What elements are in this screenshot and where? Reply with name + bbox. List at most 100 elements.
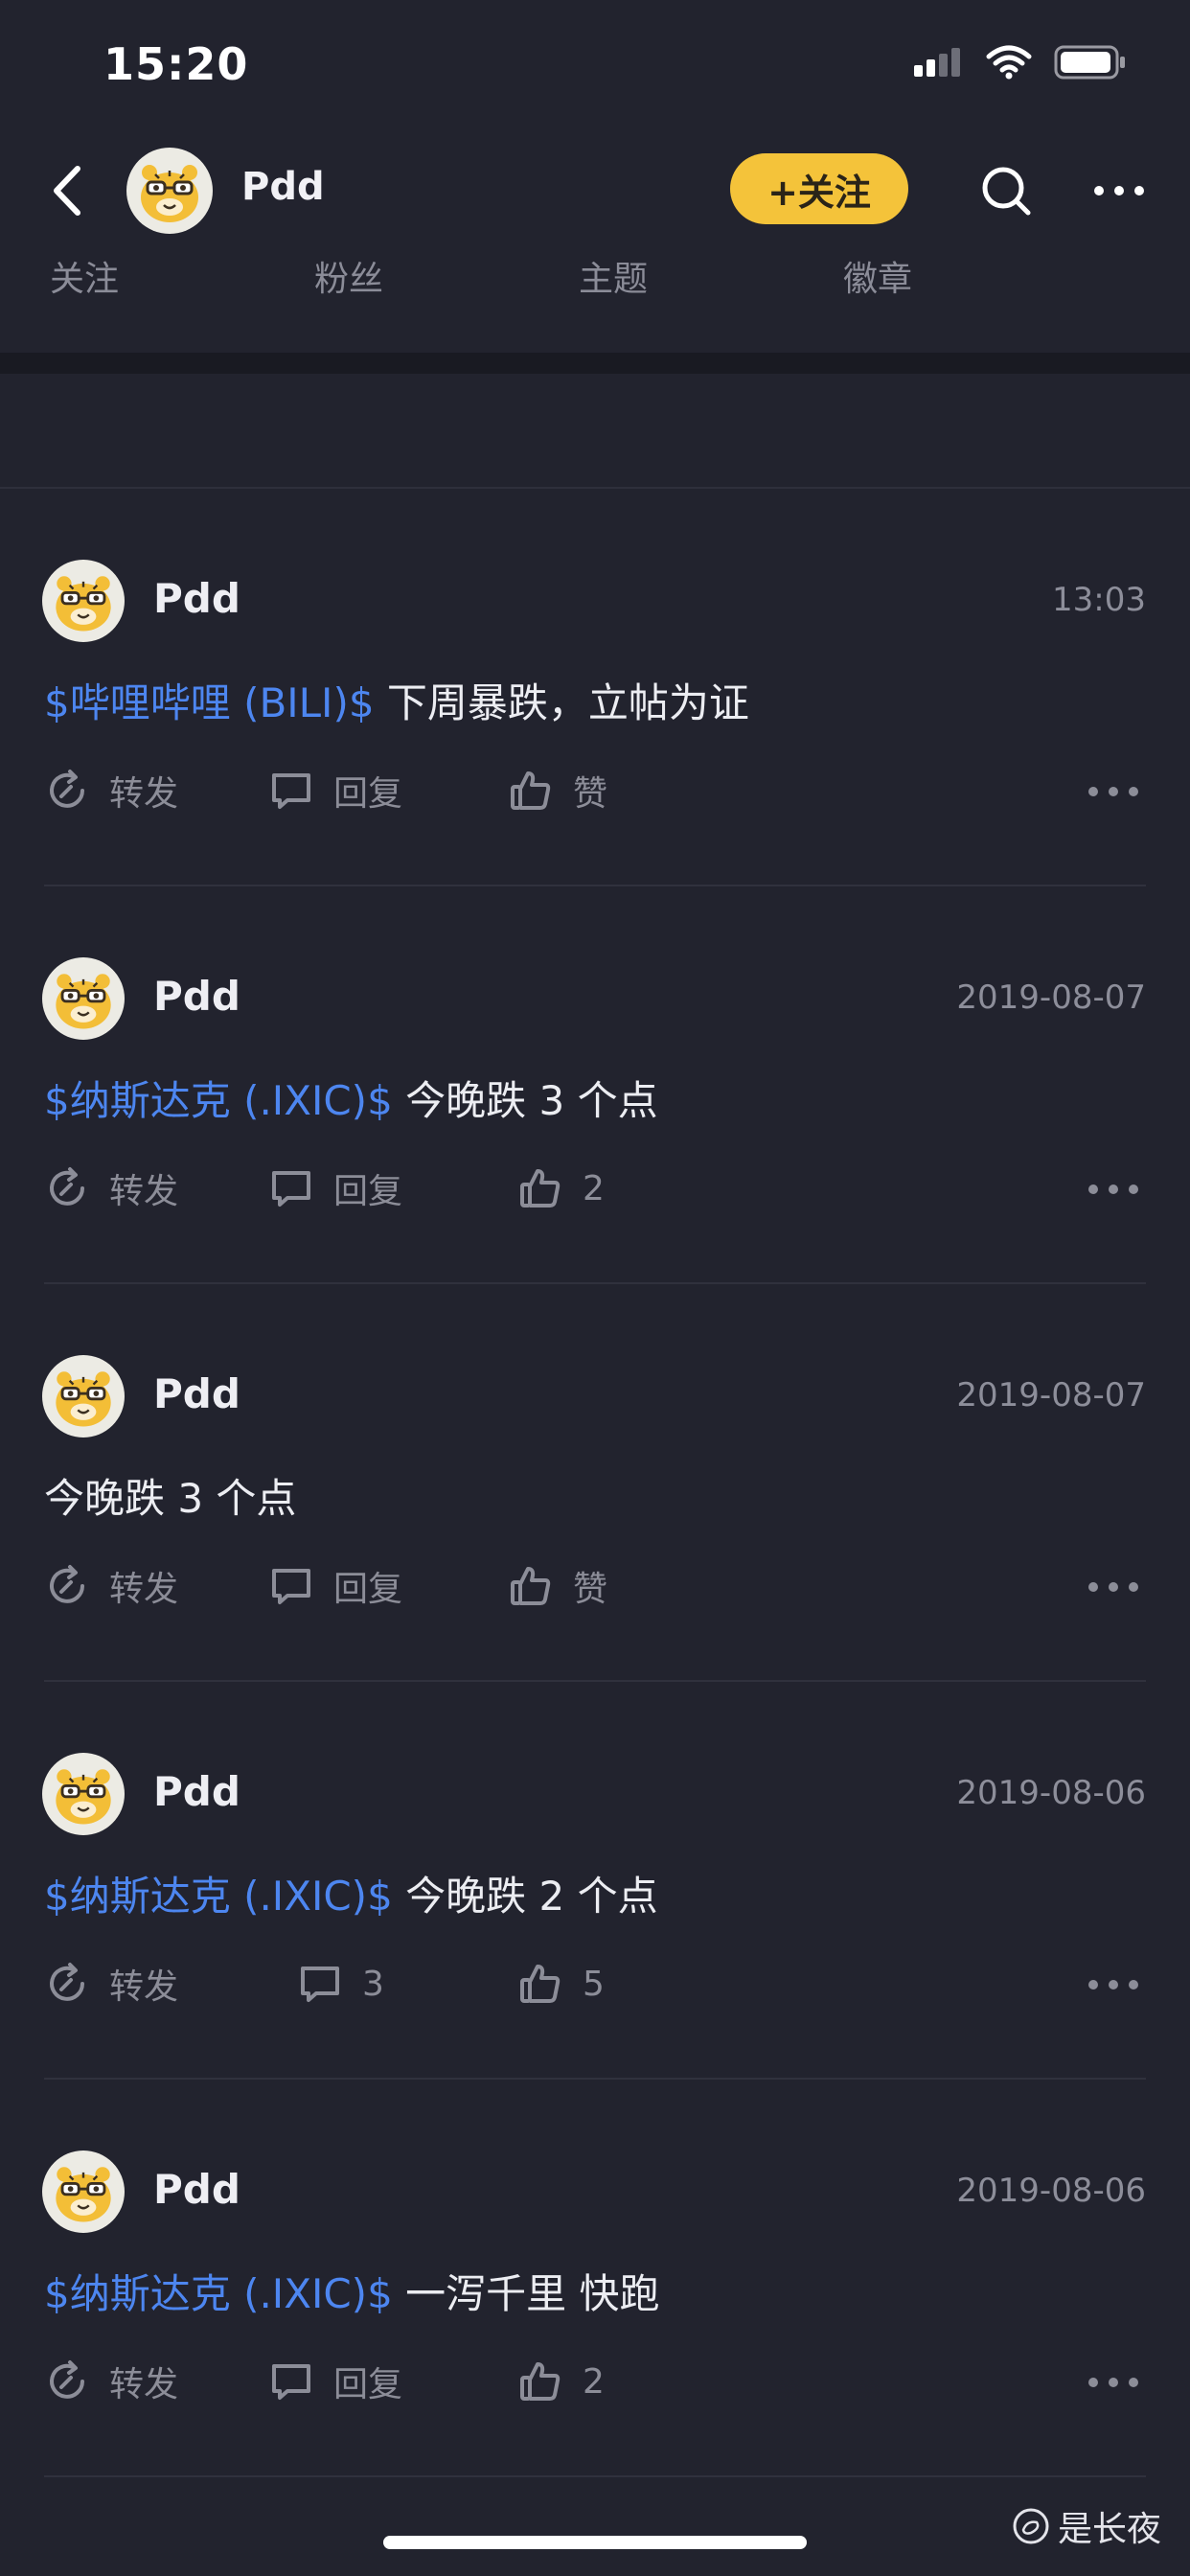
stock-tag-link[interactable]: $纳斯达克 (.IXIC)$: [44, 1077, 393, 1124]
follow-button[interactable]: +关注: [730, 153, 908, 224]
post-item[interactable]: Pdd 2019-08-06 $纳斯达克 (.IXIC)$ 一泻千里 快跑 转发…: [0, 2080, 1190, 2477]
search-button[interactable]: [973, 157, 1040, 224]
profile-header: Pdd +关注: [0, 144, 1190, 240]
post-actions: 转发 回复 2: [0, 2350, 1190, 2413]
tiger-avatar[interactable]: [42, 957, 125, 1040]
comment-icon: [272, 1569, 310, 1604]
reply-button[interactable]: 回复: [268, 759, 402, 822]
like-button[interactable]: 5: [517, 1952, 605, 2015]
more-options-button[interactable]: [1087, 157, 1151, 224]
reply-button[interactable]: 回复: [268, 2350, 402, 2413]
post-text: 今晚跌 2 个点: [392, 1873, 658, 1920]
post-actions: 转发 回复 赞: [0, 1554, 1190, 1618]
repost-label: 转发: [109, 1967, 179, 2007]
status-icons: [912, 44, 1127, 80]
repost-icon: [50, 1963, 84, 2001]
repost-button[interactable]: 转发: [44, 1157, 178, 1220]
stat-badges[interactable]: 徽章: [843, 251, 912, 301]
post-author[interactable]: Pdd: [153, 1768, 240, 1815]
stat-following[interactable]: 关注: [50, 251, 119, 301]
repost-button[interactable]: 转发: [44, 1554, 178, 1618]
profile-name: Pdd: [241, 165, 325, 209]
repost-button[interactable]: 转发: [44, 1952, 178, 2015]
post-content[interactable]: $纳斯达克 (.IXIC)$ 今晚跌 2 个点: [44, 1864, 658, 1922]
repost-label: 转发: [109, 2365, 179, 2404]
weibo-logo-icon: [1013, 2508, 1049, 2544]
reply-button[interactable]: 回复: [268, 1157, 402, 1220]
like-label: 赞: [573, 774, 608, 814]
profile-stats: 关注 粉丝 主题 徽章: [0, 251, 1190, 309]
stat-followers[interactable]: 粉丝: [314, 251, 383, 301]
post-more-button[interactable]: [1085, 1967, 1142, 2002]
stat-topics[interactable]: 主题: [579, 251, 648, 301]
repost-label: 转发: [109, 1172, 179, 1211]
repost-label: 转发: [109, 774, 179, 814]
post-item[interactable]: Pdd 2019-08-07 今晚跌 3 个点 转发 回复 赞: [0, 1284, 1190, 1682]
post-time: 2019-08-06: [956, 1774, 1146, 1812]
status-bar: 15:20: [0, 0, 1190, 125]
post-item[interactable]: Pdd 2019-08-07 $纳斯达克 (.IXIC)$ 今晚跌 3 个点 转…: [0, 886, 1190, 1284]
more-dots-icon: [1088, 2378, 1138, 2387]
post-time: 2019-08-07: [956, 978, 1146, 1017]
back-button[interactable]: [38, 157, 96, 224]
repost-button[interactable]: 转发: [44, 759, 178, 822]
reply-label: 3: [362, 1964, 384, 2004]
post-author[interactable]: Pdd: [153, 575, 240, 622]
tiger-avatar[interactable]: [42, 1753, 125, 1835]
signal-icon: [914, 48, 960, 77]
post-feed: Pdd 13:03 $哔哩哔哩 (BILI)$ 下周暴跌，立帖为证 转发 回复: [0, 489, 1190, 2477]
stock-tag-link[interactable]: $纳斯达克 (.IXIC)$: [44, 2270, 393, 2317]
post-item[interactable]: Pdd 2019-08-06 $纳斯达克 (.IXIC)$ 今晚跌 2 个点 转…: [0, 1682, 1190, 2080]
stock-tag-link[interactable]: $纳斯达克 (.IXIC)$: [44, 1873, 393, 1920]
repost-button[interactable]: 转发: [44, 2350, 178, 2413]
post-content[interactable]: 今晚跌 3 个点: [44, 1466, 296, 1525]
tiger-avatar[interactable]: [42, 1355, 125, 1438]
post-text: 下周暴跌，立帖为证: [374, 679, 749, 726]
post-more-button[interactable]: [1085, 774, 1142, 809]
stock-tag-link[interactable]: $哔哩哔哩 (BILI)$: [44, 679, 375, 726]
post-author[interactable]: Pdd: [153, 973, 240, 1020]
post-text: 今晚跌 3 个点: [44, 1475, 297, 1522]
reply-button[interactable]: 回复: [268, 1554, 402, 1618]
status-time: 15:20: [103, 38, 249, 90]
more-dots-icon: [1088, 1582, 1138, 1592]
home-indicator[interactable]: [383, 2536, 807, 2549]
post-more-button[interactable]: [1085, 1172, 1142, 1207]
post-text: 今晚跌 3 个点: [392, 1077, 658, 1124]
repost-icon: [50, 2360, 84, 2399]
like-label: 2: [583, 2361, 605, 2402]
more-dots-icon: [1094, 186, 1144, 196]
post-actions: 转发 3 5: [0, 1952, 1190, 2015]
tiger-avatar[interactable]: [42, 2150, 125, 2233]
like-button[interactable]: 赞: [508, 1554, 607, 1618]
section-divider: [0, 353, 1190, 374]
search-icon: [982, 167, 1031, 216]
post-author[interactable]: Pdd: [153, 1370, 240, 1417]
post-time: 2019-08-06: [956, 2172, 1146, 2210]
post-time: 2019-08-07: [956, 1376, 1146, 1414]
thumb-up-icon: [511, 771, 551, 810]
post-item[interactable]: Pdd 13:03 $哔哩哔哩 (BILI)$ 下周暴跌，立帖为证 转发 回复: [0, 489, 1190, 886]
post-author[interactable]: Pdd: [153, 2166, 240, 2213]
like-button[interactable]: 2: [517, 2350, 605, 2413]
tiger-avatar[interactable]: [126, 148, 213, 234]
post-actions: 转发 回复 2: [0, 1157, 1190, 1220]
reply-label: 回复: [333, 1172, 403, 1211]
post-content[interactable]: $纳斯达克 (.IXIC)$ 今晚跌 3 个点: [44, 1069, 658, 1127]
post-more-button[interactable]: [1085, 2365, 1142, 2400]
tiger-avatar[interactable]: [42, 560, 125, 642]
watermark: 是长夜: [1012, 2501, 1161, 2551]
thumb-up-icon: [520, 2362, 561, 2401]
reply-label: 回复: [333, 774, 403, 814]
reply-button[interactable]: 3: [297, 1952, 384, 2015]
repost-label: 转发: [109, 1570, 179, 1609]
post-more-button[interactable]: [1085, 1570, 1142, 1604]
post-content[interactable]: $哔哩哔哩 (BILI)$ 下周暴跌，立帖为证: [44, 671, 749, 729]
thumb-up-icon: [511, 1567, 551, 1605]
post-content[interactable]: $纳斯达克 (.IXIC)$ 一泻千里 快跑: [44, 2262, 660, 2320]
watermark-text: 是长夜: [1057, 2510, 1161, 2549]
back-arrow-icon: [54, 166, 80, 216]
repost-icon: [50, 770, 84, 808]
like-button[interactable]: 2: [517, 1157, 605, 1220]
like-button[interactable]: 赞: [508, 759, 607, 822]
